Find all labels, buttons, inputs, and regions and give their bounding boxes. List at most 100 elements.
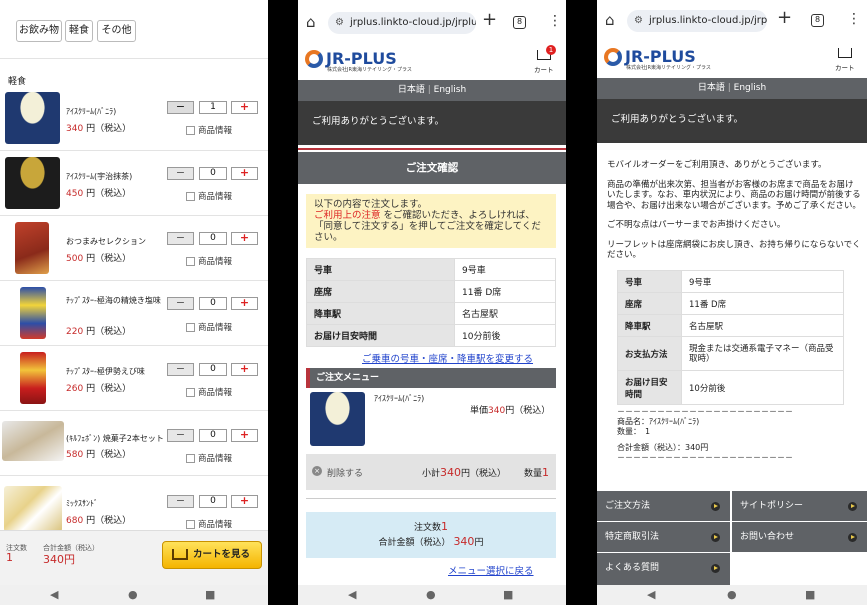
footer-contact-link[interactable]: お問い合わせ [732, 522, 867, 552]
minus-button[interactable]: − [167, 363, 194, 376]
product-name: ﾁｯﾌﾟｽﾀｰ-極海の精焼き塩味 [66, 296, 161, 305]
view-cart-button[interactable]: カートを見る [162, 541, 262, 569]
receipt-product: 商品名：ｱｲｽｸﾘｰﾑ(ﾊﾞﾆﾗ) [617, 417, 700, 426]
unit-price: 単価340円（税込） [470, 403, 550, 416]
lang-japanese-link[interactable]: 日本語 [398, 85, 425, 95]
product-info-checkbox[interactable]: 商品情報 [186, 452, 232, 464]
jr-plus-logo[interactable]: JR-PLUS 株式会社JR東海リテイリング・プラス [604, 46, 711, 71]
back-icon[interactable]: ◀ [647, 588, 655, 601]
product-info-checkbox[interactable]: 商品情報 [186, 190, 232, 202]
url-bar[interactable]: ⚙ jrplus.linkto-cloud.jp/jrplu [627, 10, 767, 32]
footer-order-guide-link[interactable]: ご注文方法 [597, 491, 730, 521]
recents-icon[interactable]: ■ [503, 588, 513, 601]
cart-link[interactable]: カート [835, 45, 857, 72]
summary-count-label: 注文数 [413, 523, 441, 533]
product-name: ｱｲｽｸﾘｰﾑ(ﾊﾞﾆﾗ) [66, 107, 117, 116]
change-seat-link[interactable]: ご乗車の号車・座席・降車駅を変更する [362, 351, 533, 365]
cart-footer: 注文数 1 合計金額（税込） 340円 カートを見る [0, 530, 268, 585]
home-icon[interactable]: ● [727, 588, 737, 601]
site-info-icon[interactable]: ⚙ [335, 12, 344, 34]
checkbox-icon [186, 520, 195, 529]
more-menu-icon[interactable]: ⋮ [548, 13, 562, 29]
usage-notes-link[interactable]: ご利用上の注意 [314, 210, 381, 221]
quantity-input[interactable]: 0 [199, 495, 227, 508]
delete-link[interactable]: 削除する [327, 466, 363, 479]
tab-switcher-icon[interactable]: 8 [513, 16, 526, 29]
quantity-input[interactable]: 1 [199, 101, 227, 114]
lang-japanese-link[interactable]: 日本語 [698, 83, 725, 93]
seat-label: 座席 [306, 280, 455, 303]
price-value: 580 [66, 450, 84, 460]
back-icon[interactable]: ◀ [50, 588, 58, 601]
category-other-button[interactable]: その他 [97, 20, 136, 42]
quantity-input[interactable]: 0 [199, 167, 227, 180]
site-info-icon[interactable]: ⚙ [634, 10, 643, 32]
delete-icon[interactable]: × [312, 466, 322, 476]
logo-subtitle: 株式会社JR東海リテイリング・プラス [327, 67, 412, 73]
receipt-quantity: 数量： 1 [617, 427, 651, 436]
product-info-checkbox[interactable]: 商品情報 [186, 124, 232, 136]
plus-button[interactable]: + [231, 495, 258, 508]
price-value: 340 [66, 124, 84, 134]
cart-label: カート [534, 66, 554, 74]
plus-button[interactable]: + [231, 297, 258, 310]
language-bar: 日本語 | English [597, 78, 867, 99]
plus-button[interactable]: + [231, 429, 258, 442]
plus-button[interactable]: + [231, 232, 258, 245]
quantity-input[interactable]: 0 [199, 297, 227, 310]
home-icon[interactable]: ⌂ [306, 13, 316, 31]
minus-button[interactable]: − [167, 101, 194, 114]
order-menu-header: ご注文メニュー [306, 368, 556, 388]
minus-button[interactable]: − [167, 495, 194, 508]
footer-commerce-law-link[interactable]: 特定商取引法 [597, 522, 730, 552]
checkbox-icon [186, 388, 195, 397]
footer-site-policy-link[interactable]: サイトポリシー [732, 491, 867, 521]
product-info-checkbox[interactable]: 商品情報 [186, 321, 232, 333]
recents-icon[interactable]: ■ [205, 588, 215, 601]
quantity-input[interactable]: 0 [199, 232, 227, 245]
payment-label: お支払方法 [617, 336, 682, 371]
home-icon[interactable]: ⌂ [605, 11, 615, 29]
minus-button[interactable]: − [167, 297, 194, 310]
summary-total-value: 340 [453, 535, 475, 548]
category-drinks-button[interactable]: お飲み物 [16, 20, 62, 42]
tab-switcher-icon[interactable]: 8 [811, 14, 824, 27]
back-icon[interactable]: ◀ [348, 588, 356, 601]
product-info-checkbox[interactable]: 商品情報 [186, 518, 232, 530]
jr-plus-logo[interactable]: JR-PLUS 株式会社JR東海リテイリング・プラス [305, 48, 412, 73]
price-value: 450 [66, 189, 84, 199]
url-bar[interactable]: ⚙ jrplus.linkto-cloud.jp/jrplu [328, 12, 476, 34]
product-image-baked-sweets [2, 421, 64, 461]
quantity-input[interactable]: 0 [199, 429, 227, 442]
summary-count: 注文数1 [306, 520, 556, 533]
list-item: おつまみセレクション 500 円（税込） − 0 + 商品情報 [0, 216, 268, 281]
product-info-checkbox[interactable]: 商品情報 [186, 386, 232, 398]
recents-icon[interactable]: ■ [805, 588, 815, 601]
minus-button[interactable]: − [167, 232, 194, 245]
product-image-vanilla-icecream [310, 392, 365, 446]
quantity-input[interactable]: 0 [199, 363, 227, 376]
lang-english-link[interactable]: English [734, 83, 767, 93]
home-icon[interactable]: ● [128, 588, 138, 601]
checkbox-icon [186, 192, 195, 201]
footer-link-label: よくある質問 [605, 563, 660, 573]
footer-faq-link[interactable]: よくある質問 [597, 553, 730, 585]
lang-english-link[interactable]: English [434, 85, 467, 95]
category-snacks-button[interactable]: 軽食 [65, 20, 93, 42]
more-menu-icon[interactable]: ⋮ [847, 11, 861, 27]
new-tab-icon[interactable]: + [482, 9, 497, 30]
minus-button[interactable]: − [167, 429, 194, 442]
product-info-checkbox[interactable]: 商品情報 [186, 255, 232, 267]
product-image-chipstar-salt [20, 287, 46, 339]
home-icon[interactable]: ● [426, 588, 436, 601]
plus-button[interactable]: + [231, 101, 258, 114]
cart-link[interactable]: 1 カート [534, 45, 556, 74]
accent-rule [298, 148, 566, 150]
order-count: 1 [6, 551, 13, 564]
minus-button[interactable]: − [167, 167, 194, 180]
back-to-menu-link[interactable]: メニュー選択に戻る [448, 563, 534, 577]
plus-button[interactable]: + [231, 363, 258, 376]
plus-button[interactable]: + [231, 167, 258, 180]
list-item: ﾁｯﾌﾟｽﾀｰ-極海の精焼き塩味 220 円（税込） − 0 + 商品情報 [0, 281, 268, 346]
new-tab-icon[interactable]: + [777, 7, 792, 28]
